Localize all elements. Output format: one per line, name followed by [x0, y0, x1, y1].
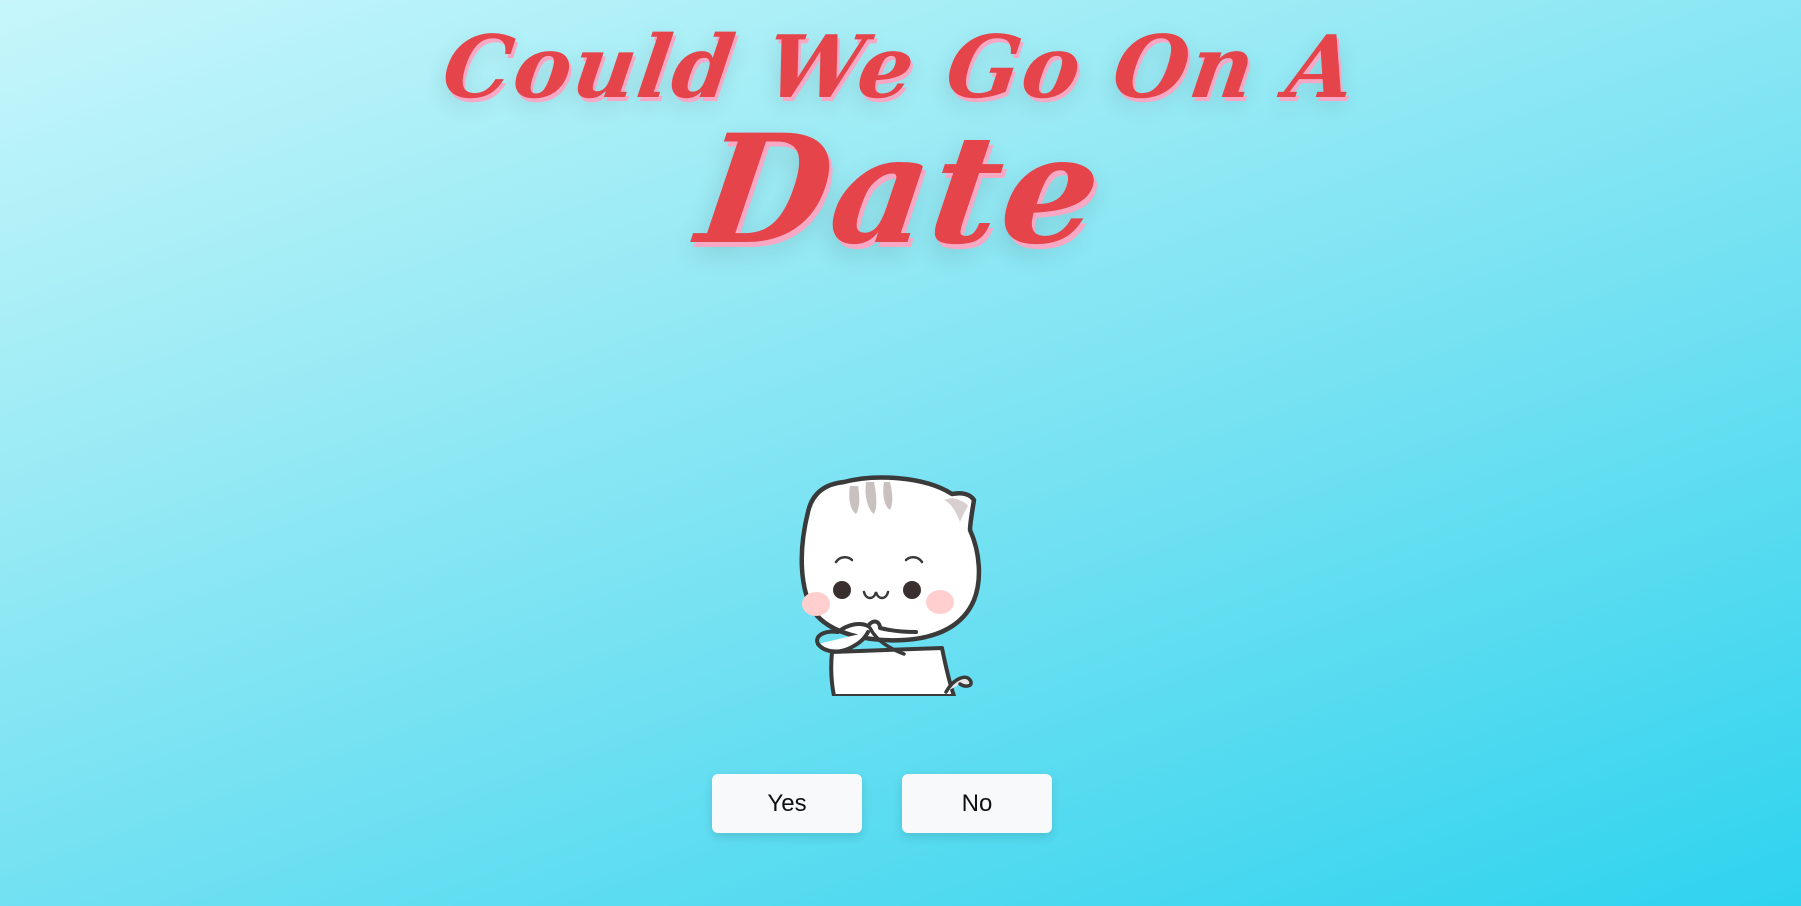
cat-praying-icon [799, 475, 982, 696]
yes-button[interactable]: Yes [712, 774, 862, 833]
title-block: Could We Go On A Date [0, 17, 1801, 278]
title-line-2: Date [688, 102, 1113, 278]
no-button[interactable]: No [902, 774, 1052, 833]
